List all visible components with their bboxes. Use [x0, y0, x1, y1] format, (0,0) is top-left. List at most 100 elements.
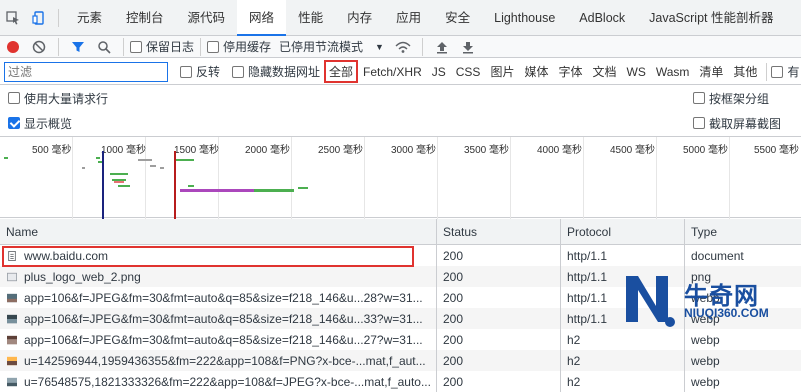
- filter-type-js[interactable]: JS: [427, 65, 451, 79]
- large-rows-checkbox[interactable]: 使用大量请求行: [8, 90, 108, 107]
- col-header-status[interactable]: Status: [437, 219, 561, 244]
- cell-status: 200: [437, 266, 561, 287]
- cell-type: webp: [691, 332, 720, 347]
- request-name: app=106&f=JPEG&fm=30&fmt=auto&q=85&size=…: [24, 290, 423, 305]
- cell-protocol: http/1.1: [561, 245, 685, 266]
- device-toolbar-icon[interactable]: [26, 5, 52, 31]
- search-icon[interactable]: [91, 34, 117, 60]
- options-row-2: 显示概览 截取屏幕截图: [0, 111, 801, 135]
- filter-type-css[interactable]: CSS: [451, 65, 486, 79]
- export-har-icon[interactable]: [455, 34, 481, 60]
- tab-js-profiler[interactable]: JavaScript 性能剖析器: [637, 0, 785, 36]
- request-bar: [180, 189, 254, 192]
- cell-type: webp: [691, 353, 720, 368]
- filter-type-manifest[interactable]: 清单: [694, 63, 728, 80]
- col-header-type[interactable]: Type: [685, 219, 801, 244]
- request-bar: [82, 167, 85, 169]
- filter-type-media[interactable]: 媒体: [519, 63, 553, 80]
- import-har-icon[interactable]: [429, 34, 455, 60]
- cell-protocol: h2: [561, 371, 685, 392]
- table-row[interactable]: u=142596944,1959436355&fm=222&app=108&f=…: [0, 350, 801, 371]
- capture-screenshots-checkbox[interactable]: 截取屏幕截图: [692, 115, 781, 132]
- cell-protocol: h2: [561, 329, 685, 350]
- watermark-n-icon: [626, 276, 675, 327]
- filter-type-other[interactable]: 其他: [728, 63, 762, 80]
- request-bar: [138, 159, 152, 161]
- cell-name: u=76548575,1821333326&fm=222&app=108&f=J…: [0, 371, 437, 392]
- throttle-select[interactable]: 已停用节流模式 ▼: [279, 38, 384, 55]
- inspect-element-icon[interactable]: [0, 5, 26, 31]
- filter-type-fetch-xhr[interactable]: Fetch/XHR: [358, 65, 427, 79]
- tab-application[interactable]: 应用: [384, 0, 433, 36]
- checkbox-icon: [232, 65, 245, 78]
- table-row[interactable]: u=76548575,1821333326&fm=222&app=108&f=J…: [0, 371, 801, 392]
- separator: [200, 37, 202, 56]
- filter-type-font[interactable]: 字体: [553, 63, 587, 80]
- separator: [58, 37, 59, 56]
- cell-name: app=106&f=JPEG&fm=30&fmt=auto&q=85&size=…: [0, 308, 437, 329]
- request-name: app=106&f=JPEG&fm=30&fmt=auto&q=85&size=…: [24, 311, 423, 326]
- filter-input[interactable]: [4, 61, 168, 82]
- tab-security[interactable]: 安全: [433, 0, 482, 36]
- chevron-down-icon: ▼: [375, 41, 384, 52]
- request-name: plus_logo_web_2.png: [24, 269, 141, 284]
- request-name: u=142596944,1959436355&fm=222&app=108&f=…: [24, 353, 426, 368]
- hide-data-urls-checkbox[interactable]: 隐藏数据网址: [232, 63, 320, 80]
- filter-type-wasm[interactable]: Wasm: [651, 65, 695, 79]
- separator: [58, 8, 59, 27]
- separator: [421, 37, 423, 56]
- cell-status: 200: [437, 287, 561, 308]
- request-bar: [114, 181, 124, 183]
- tab-elements[interactable]: 元素: [65, 0, 114, 36]
- tab-network[interactable]: 网络: [237, 0, 287, 36]
- watermark-url: NIUQI360.COM: [684, 306, 769, 320]
- hide-data-urls-label: 隐藏数据网址: [248, 65, 321, 79]
- request-bar: [188, 185, 194, 187]
- filter-type-all[interactable]: 全部: [324, 60, 359, 83]
- cell-name: plus_logo_web_2.png: [0, 266, 437, 287]
- cell-status: 200: [437, 245, 561, 266]
- col-header-name[interactable]: Name: [0, 219, 437, 244]
- disable-cache-checkbox[interactable]: 停用缓存: [207, 38, 271, 55]
- invert-label: 反转: [196, 65, 221, 79]
- request-name: app=106&f=JPEG&fm=30&fmt=auto&q=85&size=…: [24, 332, 423, 347]
- network-overview[interactable]: 500 毫秒 1000 毫秒 1500 毫秒 2000 毫秒 2500 毫秒 3…: [0, 136, 801, 219]
- blocked-requests-checkbox[interactable]: 有: [771, 63, 799, 80]
- request-bar: [110, 173, 128, 175]
- col-header-protocol[interactable]: Protocol: [561, 219, 685, 244]
- network-conditions-icon[interactable]: [390, 34, 416, 60]
- filter-type-img[interactable]: 图片: [485, 63, 519, 80]
- record-icon[interactable]: [0, 34, 26, 60]
- tab-memory[interactable]: 内存: [335, 0, 384, 36]
- separator: [766, 62, 768, 81]
- filter-icon[interactable]: [65, 34, 91, 60]
- tab-sources[interactable]: 源代码: [176, 0, 238, 36]
- request-bar: [118, 185, 130, 187]
- cell-status: 200: [437, 371, 561, 392]
- request-bar: [160, 167, 164, 169]
- image-icon: [6, 272, 17, 281]
- clear-icon[interactable]: [26, 34, 52, 60]
- tab-console[interactable]: 控制台: [114, 0, 176, 36]
- disable-cache-label: 停用缓存: [223, 40, 272, 54]
- capture-screenshots-label: 截取屏幕截图: [708, 116, 781, 131]
- group-by-frame-checkbox[interactable]: 按框架分组: [692, 90, 769, 107]
- tab-lighthouse[interactable]: Lighthouse: [482, 0, 567, 36]
- devtools-tab-bar: 元素 控制台 源代码 网络 性能 内存 应用 安全 Lighthouse AdB…: [0, 0, 801, 36]
- preserve-log-checkbox[interactable]: 保留日志: [130, 38, 194, 55]
- network-toolbar: 保留日志 停用缓存 已停用节流模式 ▼: [0, 36, 801, 58]
- request-bar: [112, 179, 126, 181]
- cell-type: webp: [691, 374, 720, 389]
- request-bar: [96, 157, 100, 159]
- table-row[interactable]: app=106&f=JPEG&fm=30&fmt=auto&q=85&size=…: [0, 329, 801, 350]
- filter-type-ws[interactable]: WS: [622, 65, 651, 79]
- tab-adblock[interactable]: AdBlock: [567, 0, 637, 36]
- checkbox-icon: [771, 65, 784, 78]
- image-thumbnail-icon: [7, 356, 17, 365]
- show-overview-checkbox[interactable]: 显示概览: [8, 115, 72, 132]
- cell-name: app=106&f=JPEG&fm=30&fmt=auto&q=85&size=…: [0, 287, 437, 308]
- filter-type-doc[interactable]: 文档: [587, 63, 621, 80]
- cell-protocol: h2: [561, 350, 685, 371]
- invert-checkbox[interactable]: 反转: [180, 63, 220, 80]
- tab-performance[interactable]: 性能: [286, 0, 335, 36]
